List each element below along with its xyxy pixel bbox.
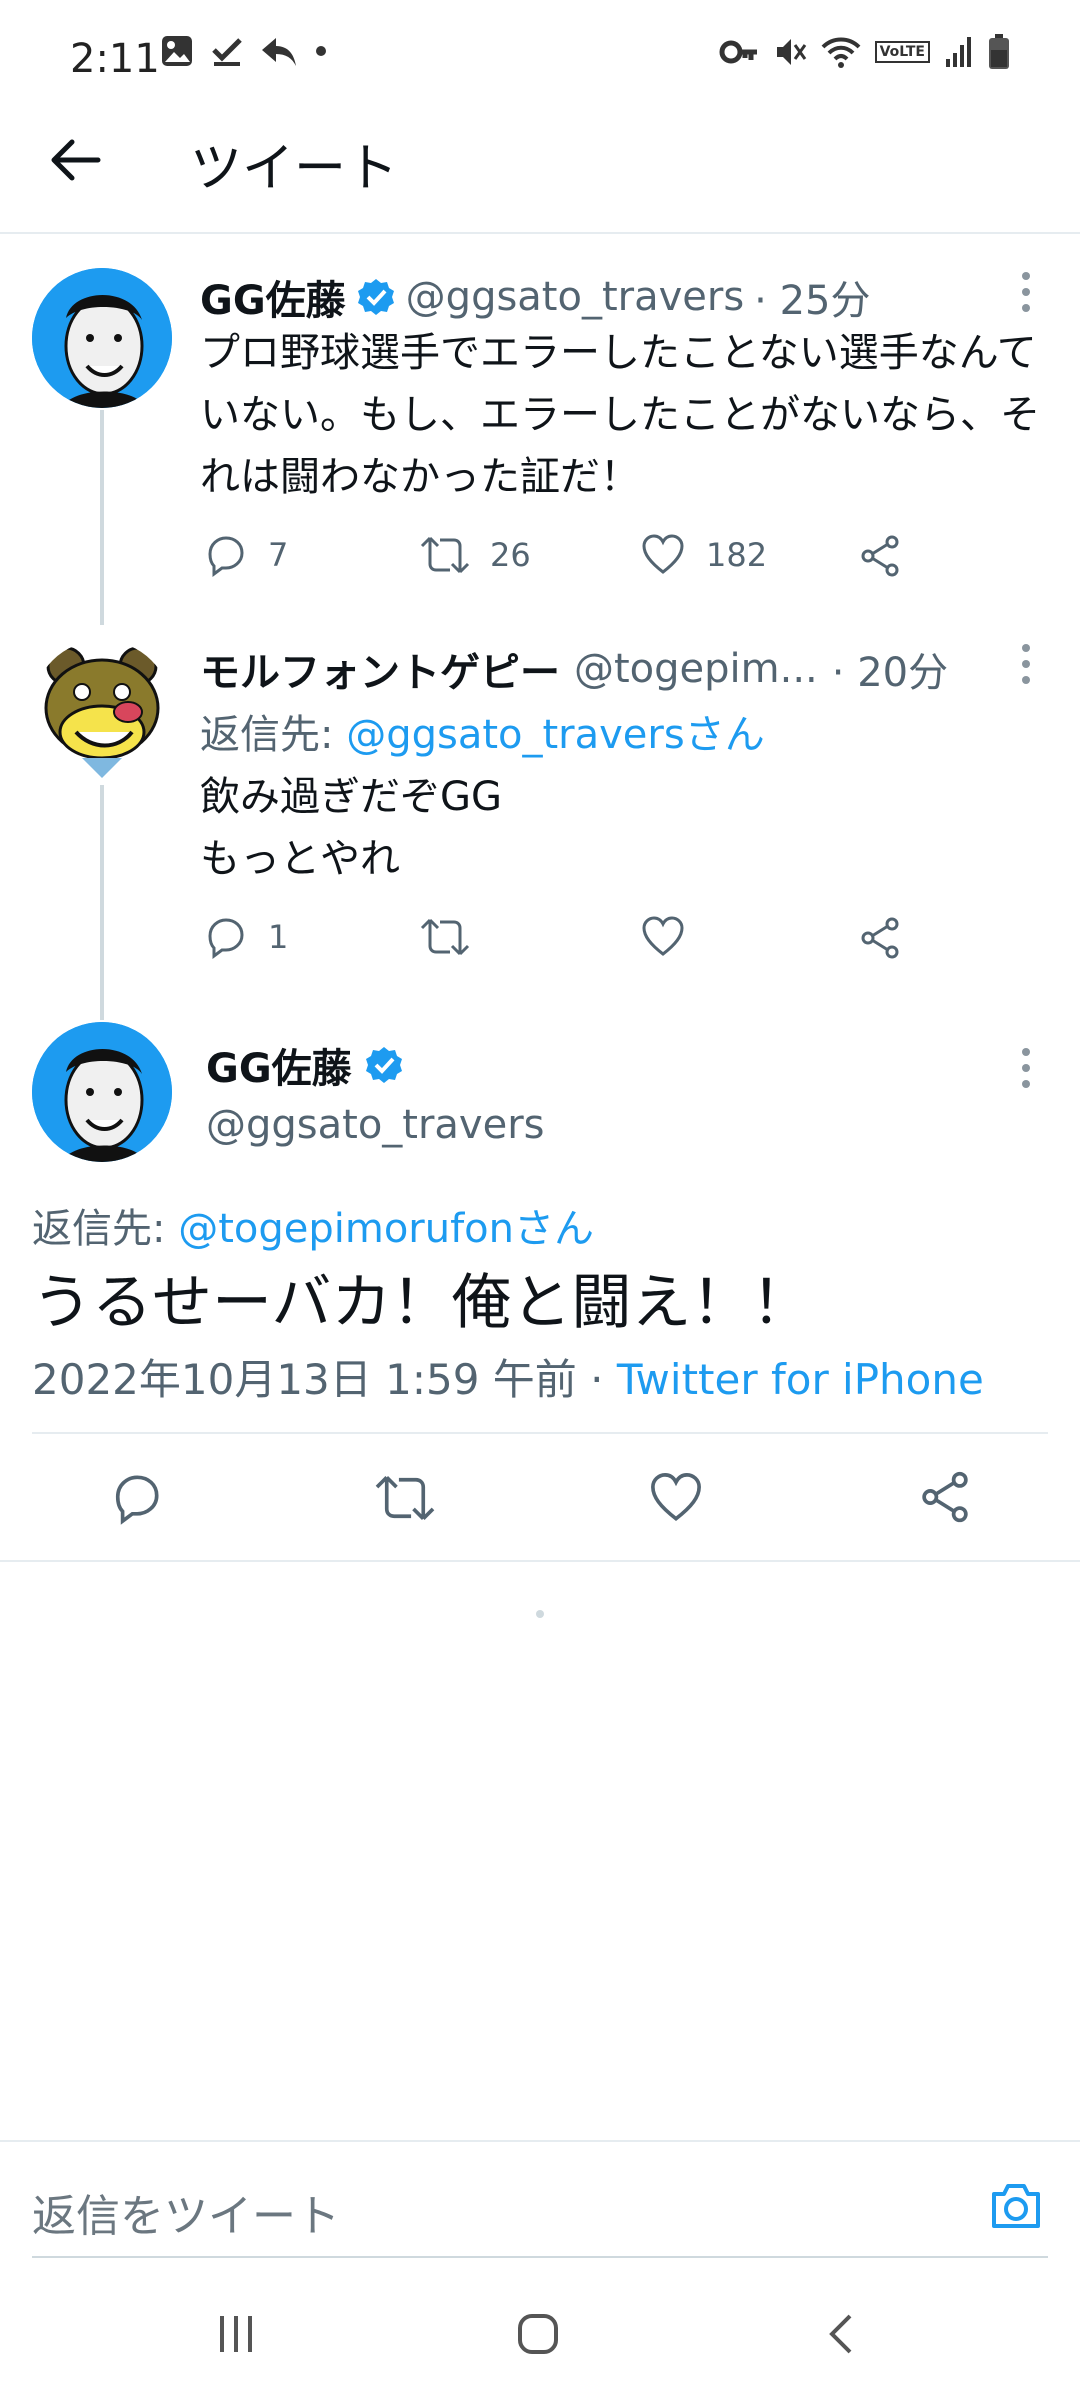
- retweet-icon[interactable]: [374, 1470, 436, 1526]
- replying-to: 返信先: @ggsato_traversさん: [200, 702, 765, 760]
- tweet-text: 飲み過ぎだぞGG もっとやれ: [200, 774, 502, 882]
- recent-apps-icon[interactable]: [214, 2312, 258, 2356]
- tweet-meta: 2022年10月13日 1:59 午前 · Twitter for iPhone: [32, 1346, 984, 1407]
- heart-icon: [642, 916, 684, 956]
- reply-button[interactable]: 7: [202, 532, 288, 578]
- author-handle[interactable]: @ggsato_travers: [206, 1102, 545, 1148]
- avatar[interactable]: [32, 640, 172, 780]
- tweet-source[interactable]: Twitter for iPhone: [617, 1355, 984, 1404]
- composer-underline: [32, 2256, 1048, 2258]
- retweet-button[interactable]: 26: [420, 532, 531, 578]
- thread-line: [100, 410, 104, 625]
- more-options-icon[interactable]: [1022, 272, 1034, 320]
- share-icon[interactable]: [858, 534, 902, 578]
- like-button[interactable]: 182: [640, 532, 767, 578]
- heart-icon: [642, 534, 684, 574]
- author-name[interactable]: GG佐藤: [200, 268, 346, 326]
- camera-icon[interactable]: [988, 2180, 1044, 2232]
- like-button[interactable]: [640, 914, 686, 960]
- share-icon[interactable]: [918, 1470, 972, 1524]
- status-system-icons: VoLTE: [719, 34, 1010, 70]
- retweet-icon: [420, 536, 470, 574]
- checkmark-icon: [212, 38, 242, 66]
- reply-icon: [262, 38, 296, 66]
- home-icon[interactable]: [514, 2310, 562, 2358]
- replying-to-link[interactable]: @togepimorufonさん: [178, 1206, 594, 1252]
- reply-bubble-icon[interactable]: [108, 1470, 164, 1526]
- replying-to-link[interactable]: @ggsato_traversさん: [346, 712, 765, 758]
- share-icon[interactable]: [858, 916, 902, 960]
- tweet-text: うるせーバカ！俺と闘え！！: [32, 1268, 812, 1338]
- loading-indicator: [536, 1610, 544, 1618]
- signal-icon: [946, 37, 971, 67]
- divider: [0, 1560, 1080, 1562]
- image-icon: [162, 36, 192, 66]
- page-title: ツイート: [190, 139, 399, 199]
- verified-badge-icon: [357, 279, 394, 315]
- dot-icon: [316, 46, 326, 56]
- reply-input[interactable]: 返信をツイート: [32, 2180, 340, 2244]
- reply-bubble-icon: [208, 918, 244, 959]
- battery-icon: [989, 34, 1009, 69]
- avatar[interactable]: [32, 268, 172, 408]
- author-handle[interactable]: @togepim...: [574, 646, 818, 692]
- volte-icon: VoLTE: [874, 41, 930, 63]
- composer-top-divider: [0, 2140, 1080, 2142]
- reply-count: 7: [268, 536, 289, 574]
- replying-to-prefix: 返信先:: [200, 712, 347, 758]
- reply-count: 1: [268, 918, 289, 956]
- divider: [32, 1432, 1048, 1434]
- thread-line: [100, 785, 104, 1020]
- back-nav-icon[interactable]: [820, 2310, 864, 2358]
- replying-to-prefix: 返信先:: [32, 1206, 179, 1252]
- tweet-datetime: 2022年10月13日 1:59 午前 ·: [32, 1355, 617, 1404]
- status-notification-icons: [160, 34, 328, 68]
- verified-badge-icon: [365, 1047, 402, 1083]
- heart-icon[interactable]: [648, 1470, 704, 1526]
- like-count: 182: [706, 536, 768, 574]
- retweet-icon: [420, 918, 470, 956]
- key-icon: [719, 40, 757, 64]
- author-name[interactable]: GG佐藤: [206, 1036, 352, 1094]
- retweet-count: 26: [490, 536, 531, 574]
- avatar[interactable]: [32, 1022, 172, 1162]
- tweet-text: プロ野球選手でエラーしたことない選手なんていない。もし、エラーしたことがないなら…: [200, 330, 1040, 500]
- tweet-time: · 20分: [831, 650, 949, 696]
- retweet-button[interactable]: [420, 914, 470, 960]
- mute-icon: [776, 39, 806, 65]
- status-time: 2:11: [70, 36, 160, 82]
- back-arrow-icon[interactable]: [46, 132, 102, 188]
- more-options-icon[interactable]: [1022, 1048, 1034, 1096]
- reply-button[interactable]: 1: [202, 914, 288, 960]
- author-name[interactable]: モルフォントゲピー: [200, 640, 560, 698]
- replying-to: 返信先: @togepimorufonさん: [32, 1196, 594, 1254]
- header-divider: [0, 232, 1080, 234]
- reply-bubble-icon: [208, 536, 244, 577]
- more-options-icon[interactable]: [1022, 644, 1034, 692]
- tweet-time: · 25分: [754, 278, 871, 324]
- author-handle[interactable]: @ggsato_travers: [406, 274, 745, 320]
- wifi-icon: [821, 37, 861, 68]
